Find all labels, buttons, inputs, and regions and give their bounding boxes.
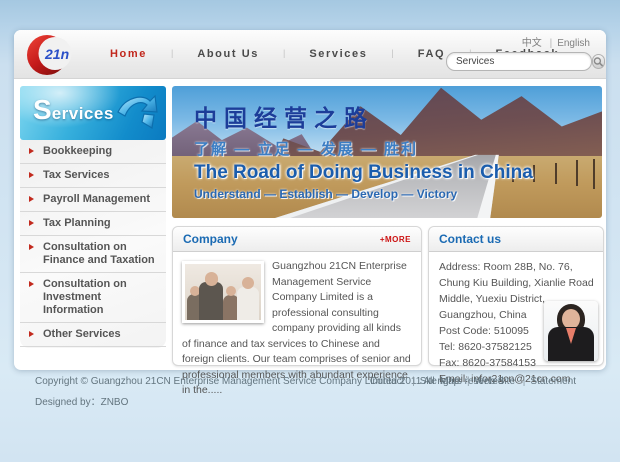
photo-person xyxy=(237,287,259,320)
site-header: 21n Home About Us Services FAQ Feedback … xyxy=(14,30,606,79)
more-link[interactable]: +MORE xyxy=(380,235,411,244)
company-panel-header: Company +MORE xyxy=(173,227,421,252)
sidebar-item-label: Payroll Management xyxy=(43,193,150,205)
arrow-bullet-icon xyxy=(29,148,34,154)
sidebar-item-label: Consultation on Finance and Taxation xyxy=(43,241,155,266)
sidebar-title-rest: ervices xyxy=(52,104,114,123)
search-box xyxy=(446,52,592,71)
contact-title: Contact us xyxy=(439,232,501,246)
sidebar-banner: Services xyxy=(20,86,166,140)
search-input[interactable] xyxy=(447,55,592,68)
services-sidebar: Services Bookkeeping Tax xyxy=(20,86,166,348)
designed-by-text: Designed by：ZNBO xyxy=(35,393,128,408)
sidebar-item-consultation-investment[interactable]: Consultation on Investment Information xyxy=(20,273,166,323)
sidebar-item-tax-services[interactable]: Tax Services xyxy=(20,164,166,188)
language-switcher: 中文 English xyxy=(522,34,590,49)
fence-post xyxy=(555,163,557,184)
nav-services[interactable]: Services xyxy=(271,48,379,60)
sidebar-item-payroll-management[interactable]: Payroll Management xyxy=(20,188,166,212)
banner-text-block: 中国经营之路 了解 — 立足 — 发展 — 胜利 The Road of Doi… xyxy=(194,99,533,201)
company-title: Company xyxy=(183,232,238,246)
arrow-bullet-icon xyxy=(29,281,34,287)
sidebar-item-label: Other Services xyxy=(43,328,121,340)
sidebar-item-label: Bookkeeping xyxy=(43,145,112,157)
banner-subline-en: Understand — Establish — Develop — Victo… xyxy=(194,187,533,201)
arrow-bullet-icon xyxy=(29,244,34,250)
nav-about-us[interactable]: About Us xyxy=(159,48,271,60)
arrow-bullet-icon xyxy=(29,172,34,178)
logo-text: 21n xyxy=(44,46,69,62)
sidebar-item-label: Tax Planning xyxy=(43,217,111,229)
footer-links: Contact Site Map Web Site Statement xyxy=(370,376,576,387)
arrow-bullet-icon xyxy=(29,220,34,226)
main-card: 21n Home About Us Services FAQ Feedback … xyxy=(14,30,606,370)
contact-panel-header: Contact us xyxy=(429,227,603,252)
sidebar-item-bookkeeping[interactable]: Bookkeeping xyxy=(20,140,166,164)
arrow-bullet-icon xyxy=(29,196,34,202)
sidebar-item-label: Consultation on Investment Information xyxy=(43,278,127,316)
sidebar-item-tax-planning[interactable]: Tax Planning xyxy=(20,212,166,236)
footer-link-contact[interactable]: Contact xyxy=(370,376,404,387)
company-panel: Company +MORE Guangzhou 21CN Enterprise … xyxy=(172,226,422,366)
curved-arrow-icon xyxy=(114,92,160,134)
photo-person-head xyxy=(226,286,236,296)
company-logo[interactable]: 21n xyxy=(22,31,94,78)
footer-link-statement[interactable]: Statement xyxy=(518,376,576,387)
banner-headline-en: The Road of Doing Business in China xyxy=(194,162,533,184)
lang-chinese[interactable]: 中文 xyxy=(522,38,542,49)
sidebar-title-initial: S xyxy=(33,94,52,125)
hero-banner: 中国经营之路 了解 — 立足 — 发展 — 胜利 The Road of Doi… xyxy=(172,86,602,218)
fence-post xyxy=(593,159,595,189)
company-team-photo xyxy=(182,261,264,323)
sidebar-item-label: Tax Services xyxy=(43,169,109,181)
fence-post xyxy=(533,165,535,182)
search-button[interactable] xyxy=(592,54,605,69)
sidebar-title: Services xyxy=(33,94,114,126)
contact-panel: Contact us Address: Room 28B, No. 76, Ch… xyxy=(428,226,604,366)
logo-crescent-icon: 21n xyxy=(22,31,94,78)
banner-subline-cn: 了解 — 立足 — 发展 — 胜利 xyxy=(194,138,533,159)
photo-person xyxy=(199,282,223,320)
photo-person-face xyxy=(562,309,580,329)
lang-english[interactable]: English xyxy=(545,38,590,49)
fence-post xyxy=(576,160,578,186)
nav-home[interactable]: Home xyxy=(98,48,159,60)
footer-link-sitemap[interactable]: Site Map xyxy=(407,376,459,387)
sidebar-menu: Bookkeeping Tax Services Payroll Managem… xyxy=(20,140,166,348)
arrow-bullet-icon xyxy=(29,331,34,337)
footer-link-website[interactable]: Web Site xyxy=(462,376,515,387)
banner-headline-cn: 中国经营之路 xyxy=(194,99,533,133)
photo-person-head xyxy=(242,277,254,289)
search-icon xyxy=(593,57,604,67)
contact-person-photo xyxy=(544,301,598,361)
photo-person-head xyxy=(205,273,218,286)
sidebar-item-other-services[interactable]: Other Services xyxy=(20,323,166,347)
sidebar-item-consultation-finance[interactable]: Consultation on Finance and Taxation xyxy=(20,236,166,273)
